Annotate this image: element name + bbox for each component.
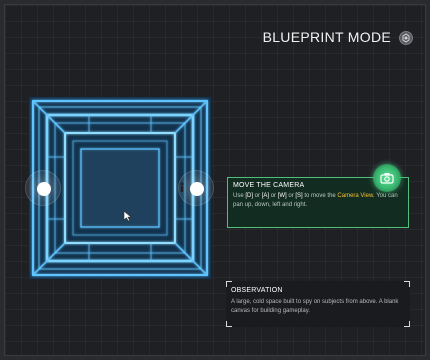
game-viewport: BLUEPRINT MODE MOVE THE CAMERA Use [D] o… — [4, 4, 426, 356]
key-d: [D] — [245, 193, 254, 199]
node-dot — [190, 182, 204, 196]
observation-card: OBSERVATION A large, cold space built to… — [226, 281, 410, 327]
card-corner — [404, 281, 410, 287]
settings-circle-icon[interactable] — [399, 31, 413, 45]
player-figure-icon — [180, 182, 184, 192]
cursor-icon — [123, 210, 132, 222]
node-dot — [37, 182, 51, 196]
card-corner — [404, 321, 410, 327]
observation-text: A large, cold space built to spy on subj… — [231, 299, 399, 314]
camera-view-highlight: Camera View — [337, 193, 373, 199]
tutorial-text-part: or — [253, 193, 262, 199]
card-corner — [226, 321, 232, 327]
observation-title: OBSERVATION — [231, 287, 283, 294]
tutorial-text-part: Use — [233, 193, 246, 199]
key-s: [S] — [295, 193, 303, 199]
key-w: [W] — [277, 193, 287, 199]
tutorial-text: Use [D] or [A] or [W] or [S] to move the… — [233, 192, 403, 210]
key-a: [A] — [261, 193, 270, 199]
tutorial-title: MOVE THE CAMERA — [233, 182, 305, 189]
camera-badge — [373, 164, 401, 192]
left-node[interactable] — [25, 170, 61, 206]
tutorial-text-part: or — [269, 193, 278, 199]
mode-title: BLUEPRINT MODE — [262, 29, 391, 45]
camera-icon — [380, 173, 394, 184]
tutorial-text-part: to move the — [302, 193, 338, 199]
